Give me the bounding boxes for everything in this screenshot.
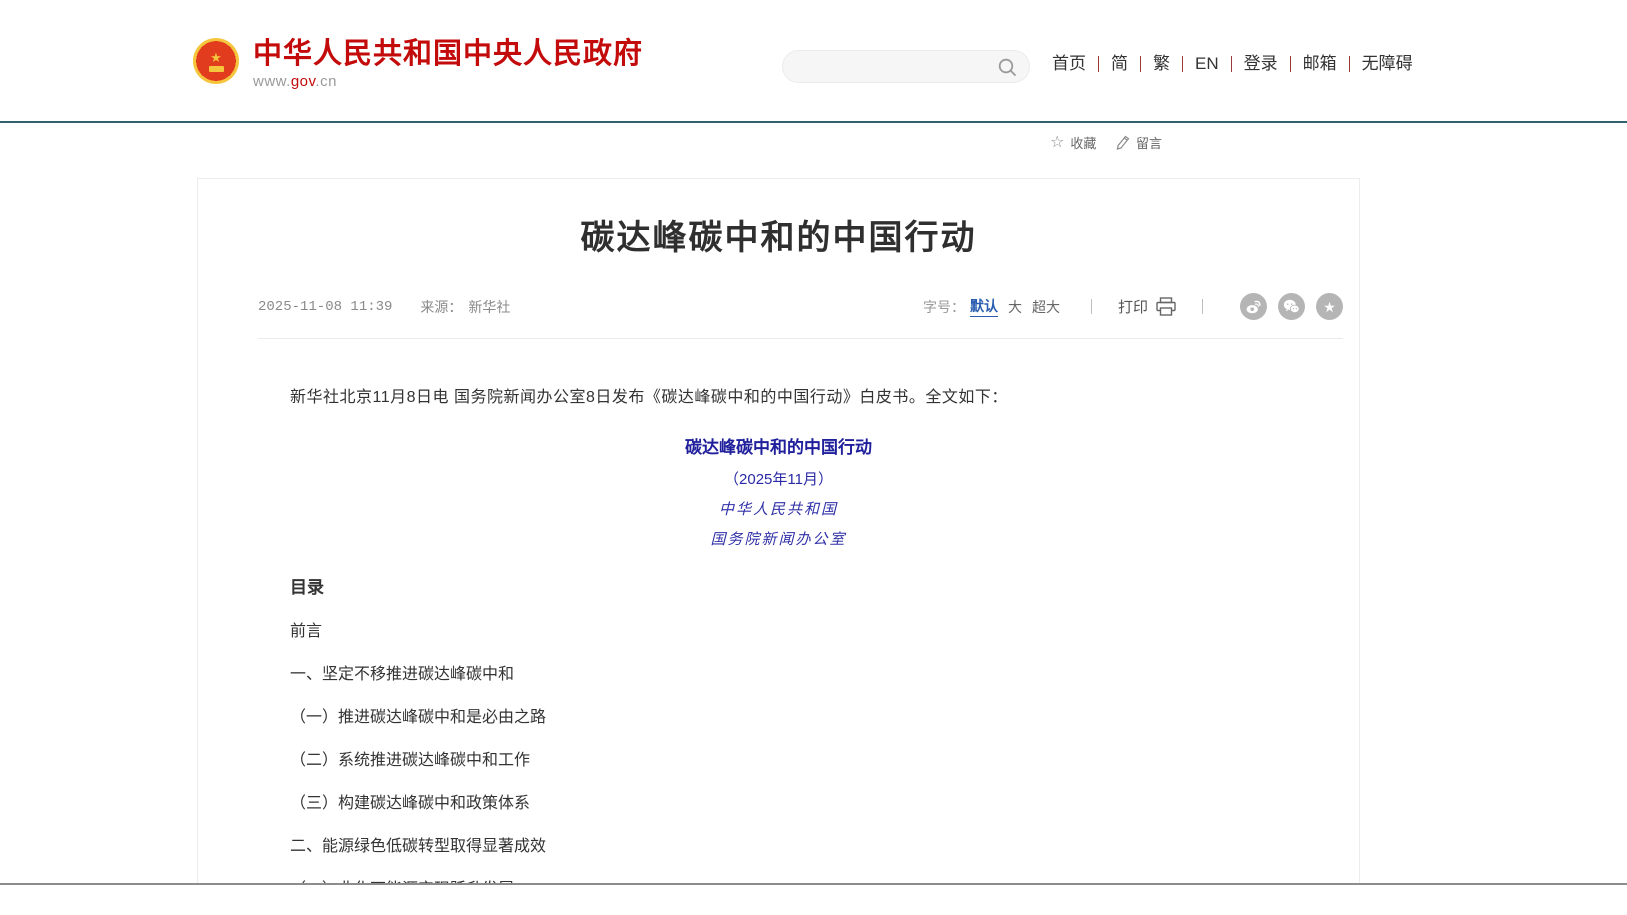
pencil-icon [1116, 135, 1130, 150]
font-size-xlarge[interactable]: 超大 [1032, 297, 1060, 317]
search-box[interactable] [782, 50, 1030, 83]
qzone-star-icon: ★ [1323, 300, 1336, 314]
favorite-label: 收藏 [1070, 133, 1096, 152]
url-www: www. [253, 73, 291, 90]
nav-login[interactable]: 登录 [1231, 56, 1290, 72]
site-header: ★ 中华人民共和国中央人民政府 www.gov.cn 首页 简 繁 EN 登录 [0, 0, 1627, 121]
top-nav: 首页 简 繁 EN 登录 邮箱 无障碍 [1040, 56, 1425, 72]
article-source[interactable]: 新华社 [468, 297, 510, 317]
url-cn: .cn [315, 73, 337, 90]
search-icon[interactable] [997, 57, 1017, 77]
search-input[interactable] [795, 59, 997, 75]
nav-home[interactable]: 首页 [1040, 56, 1098, 72]
nav-english[interactable]: EN [1182, 56, 1231, 72]
toc-item: 一、坚定不移推进碳达峰碳中和 [258, 664, 1299, 686]
toc-heading: 目录 [258, 576, 1299, 600]
toc-item: （二）系统推进碳达峰碳中和工作 [258, 750, 1299, 772]
article-card: 碳达峰碳中和的中国行动 2025-11-08 11:39 来源： 新华社 字号：… [197, 178, 1360, 884]
share-weibo-button[interactable] [1240, 293, 1267, 320]
star-icon: ☆ [1050, 136, 1064, 150]
nav-simplified[interactable]: 简 [1098, 56, 1140, 72]
national-emblem-icon: ★ [193, 38, 239, 84]
logo-text: 中华人民共和国中央人民政府 www.gov.cn [253, 38, 643, 90]
print-label: 打印 [1118, 296, 1148, 317]
site-url: www.gov.cn [253, 73, 643, 90]
document-org-line2: 国务院新闻办公室 [258, 529, 1299, 550]
share-qzone-button[interactable]: ★ [1316, 293, 1343, 320]
share-wechat-button[interactable] [1278, 293, 1305, 320]
printer-icon [1156, 297, 1176, 316]
article-meta-row: 2025-11-08 11:39 来源： 新华社 字号： 默认 大 超大 打印 [258, 293, 1343, 339]
publish-date: 2025-11-08 11:39 [258, 299, 392, 315]
nav-mail[interactable]: 邮箱 [1290, 56, 1349, 72]
tools-separator [1202, 299, 1203, 314]
article-tools: 字号： 默认 大 超大 打印 [923, 293, 1343, 320]
page-bottom-divider [0, 883, 1627, 885]
article-title: 碳达峰碳中和的中国行动 [198, 217, 1359, 259]
font-size-default[interactable]: 默认 [970, 296, 998, 317]
emblem-star-icon: ★ [210, 51, 222, 64]
site-logo[interactable]: ★ 中华人民共和国中央人民政府 www.gov.cn [193, 38, 643, 90]
source-label: 来源： [420, 297, 462, 317]
toc-item: 二、能源绿色低碳转型取得显著成效 [258, 836, 1299, 858]
quick-action-row: ☆ 收藏 留言 [0, 123, 1627, 178]
article-body: 新华社北京11月8日电 国务院新闻办公室8日发布《碳达峰碳中和的中国行动》白皮书… [258, 387, 1299, 884]
url-gov: gov [291, 73, 316, 90]
favorite-button[interactable]: ☆ 收藏 [1050, 133, 1096, 152]
font-size-label: 字号： [923, 297, 965, 317]
nav-accessibility[interactable]: 无障碍 [1349, 56, 1425, 72]
tools-separator [1091, 299, 1092, 314]
document-date: （2025年11月） [258, 469, 1299, 490]
document-org-line1: 中华人民共和国 [258, 499, 1299, 520]
message-label: 留言 [1136, 133, 1162, 152]
nav-traditional[interactable]: 繁 [1140, 56, 1182, 72]
site-title: 中华人民共和国中央人民政府 [253, 38, 643, 70]
font-size-large[interactable]: 大 [1008, 297, 1022, 317]
toc-item: （一）推进碳达峰碳中和是必由之路 [258, 707, 1299, 729]
print-button[interactable]: 打印 [1118, 296, 1176, 317]
intro-paragraph: 新华社北京11月8日电 国务院新闻办公室8日发布《碳达峰碳中和的中国行动》白皮书… [258, 387, 1299, 409]
message-button[interactable]: 留言 [1116, 133, 1162, 152]
weibo-icon [1245, 298, 1262, 315]
emblem-gate-icon [209, 66, 224, 72]
document-title: 碳达峰碳中和的中国行动 [258, 436, 1299, 460]
page: ★ 中华人民共和国中央人民政府 www.gov.cn 首页 简 繁 EN 登录 [0, 0, 1627, 915]
wechat-icon [1283, 298, 1300, 315]
toc-item: （三）构建碳达峰碳中和政策体系 [258, 793, 1299, 815]
toc-item: 前言 [258, 621, 1299, 643]
